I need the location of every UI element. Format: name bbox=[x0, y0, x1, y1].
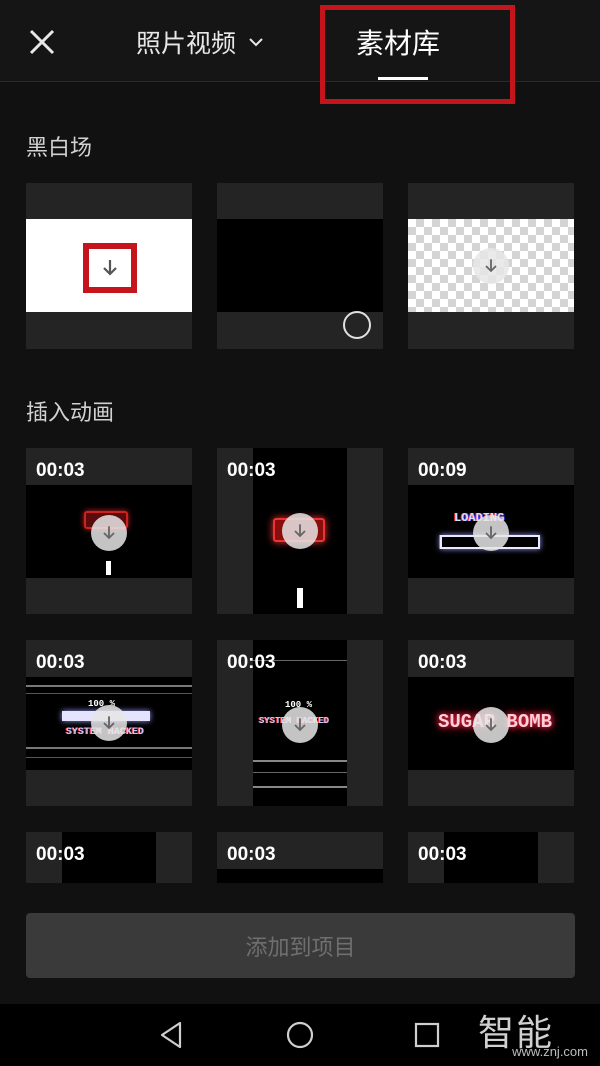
material-tile[interactable]: LOADING 00:09 bbox=[408, 448, 574, 614]
select-circle[interactable] bbox=[343, 311, 371, 339]
watermark: 智能家 www.znj.com bbox=[478, 1004, 588, 1066]
duration-label: 00:03 bbox=[227, 652, 276, 673]
material-tile[interactable]: SUGAR BOMB 00:03 bbox=[408, 640, 574, 806]
back-button[interactable] bbox=[156, 1019, 188, 1051]
section-title-intro-animation: 插入动画 bbox=[26, 401, 115, 426]
duration-label: 00:03 bbox=[36, 460, 85, 481]
material-tile[interactable]: 00:03 bbox=[26, 832, 192, 883]
download-icon[interactable] bbox=[91, 515, 127, 551]
add-to-project-button[interactable]: 添加到项目 bbox=[26, 913, 575, 978]
annotation-highlight-box bbox=[320, 5, 515, 104]
duration-label: 00:03 bbox=[227, 844, 276, 865]
duration-label: 00:03 bbox=[418, 652, 467, 673]
material-tile[interactable]: 00:03 bbox=[217, 832, 383, 883]
recents-button[interactable] bbox=[411, 1019, 443, 1051]
close-icon bbox=[29, 29, 55, 55]
chevron-down-icon bbox=[249, 38, 263, 47]
material-tile[interactable]: 00:03 bbox=[408, 832, 574, 883]
download-icon[interactable] bbox=[473, 707, 509, 743]
section-title-black-white: 黑白场 bbox=[26, 136, 93, 161]
material-tile[interactable]: 00:03 bbox=[26, 448, 192, 614]
close-button[interactable] bbox=[24, 24, 60, 60]
material-tile-white[interactable] bbox=[26, 183, 192, 349]
video-thumbnail bbox=[217, 869, 383, 883]
material-tile[interactable]: 100 % SYSTEM HACKED 00:03 bbox=[26, 640, 192, 806]
duration-label: 00:03 bbox=[36, 844, 85, 865]
download-icon[interactable] bbox=[473, 248, 509, 284]
recents-square-icon bbox=[414, 1022, 440, 1048]
download-icon[interactable] bbox=[98, 256, 122, 280]
material-tile-black[interactable] bbox=[217, 183, 383, 349]
tab-photos-videos[interactable]: 照片视频 bbox=[136, 22, 266, 62]
download-icon[interactable] bbox=[282, 513, 318, 549]
duration-label: 00:03 bbox=[36, 652, 85, 673]
back-triangle-icon bbox=[160, 1021, 182, 1049]
duration-label: 00:03 bbox=[418, 844, 467, 865]
material-tile[interactable]: 00:03 bbox=[217, 448, 383, 614]
download-icon[interactable] bbox=[91, 705, 127, 741]
tab-photos-videos-label: 照片视频 bbox=[136, 29, 237, 58]
home-circle-icon bbox=[286, 1021, 314, 1049]
watermark-url: www.znj.com bbox=[512, 1044, 588, 1059]
material-tile-transparent[interactable] bbox=[408, 183, 574, 349]
material-tile[interactable]: 100 % SYSTEM HACKED 00:03 bbox=[217, 640, 383, 806]
download-icon[interactable] bbox=[473, 515, 509, 551]
download-icon[interactable] bbox=[282, 707, 318, 743]
duration-label: 00:03 bbox=[227, 460, 276, 481]
black-thumbnail bbox=[217, 219, 383, 312]
home-button[interactable] bbox=[284, 1019, 316, 1051]
duration-label: 00:09 bbox=[418, 460, 467, 481]
